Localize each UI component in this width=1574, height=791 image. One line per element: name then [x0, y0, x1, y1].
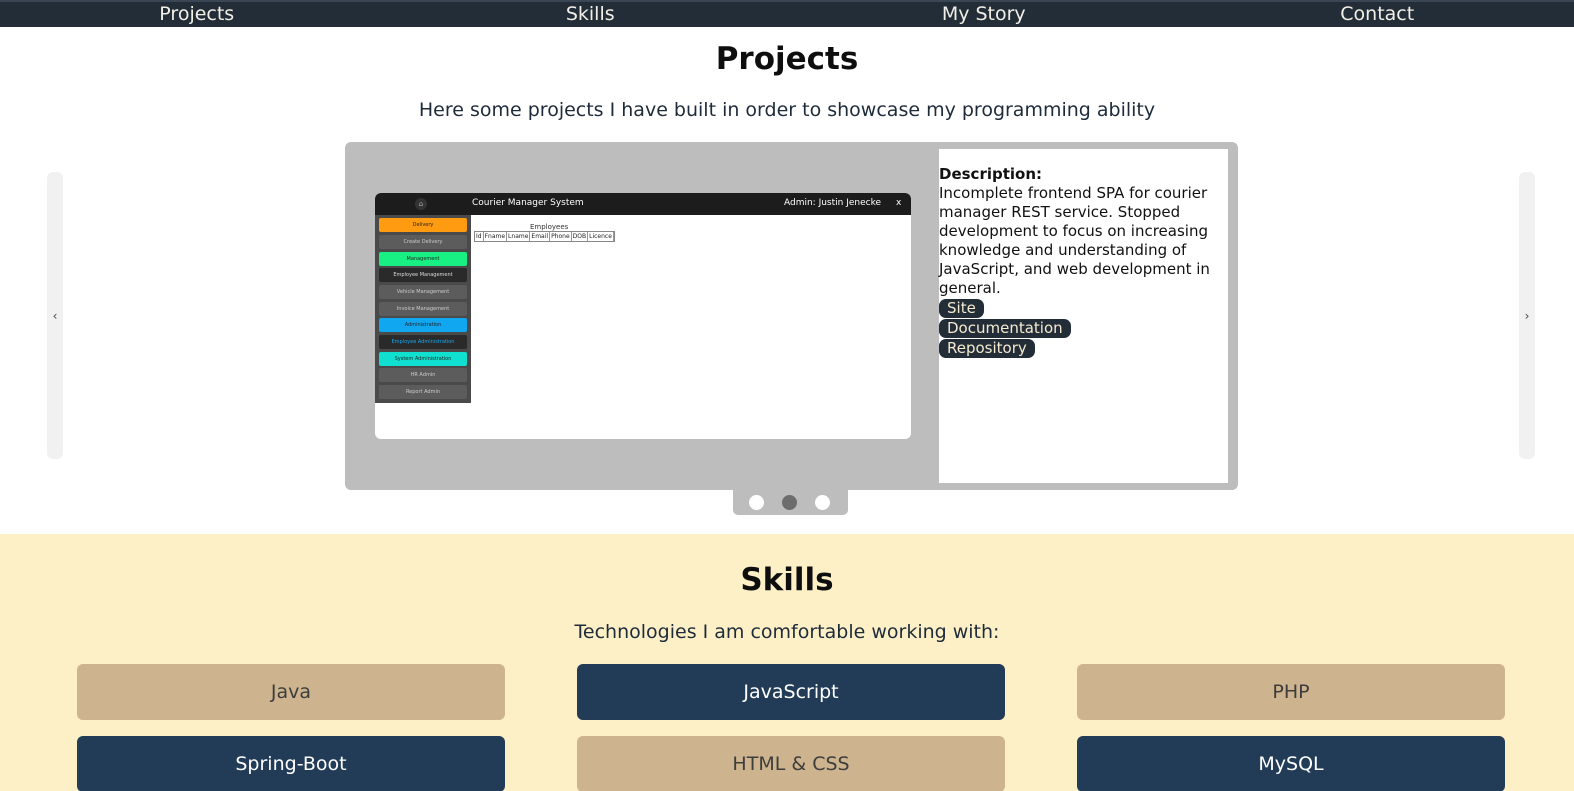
chevron-left-icon: ‹ — [52, 308, 58, 323]
skill-spring-boot: Spring-Boot — [77, 736, 505, 791]
project-screenshot: ⌂ Courier Manager System Admin: Justin J… — [375, 193, 911, 439]
project-description-panel: Description: Incomplete frontend SPA for… — [939, 149, 1228, 483]
screenshot-sidebar-item: System Administration — [379, 352, 467, 366]
screenshot-sidebar-item: Employee Management — [379, 268, 467, 282]
screenshot-table-th: Fname — [484, 232, 508, 241]
screenshot-titlebar: ⌂ Courier Manager System Admin: Justin J… — [375, 193, 911, 215]
documentation-link-button[interactable]: Documentation — [939, 319, 1071, 338]
carousel-prev-button[interactable]: ‹ — [47, 172, 63, 459]
screenshot-table-th: Id — [476, 232, 484, 241]
screenshot-sidebar-item: HR Admin — [379, 368, 467, 382]
screenshot-sidebar: Delivery Create Delivery Management Empl… — [375, 215, 471, 403]
screenshot-sidebar-item: Management — [379, 252, 467, 266]
carousel-dots — [733, 490, 848, 515]
screenshot-admin-label: Admin: Justin Jenecke — [784, 198, 882, 208]
project-slide: ⌂ Courier Manager System Admin: Justin J… — [345, 142, 1238, 490]
skill-php: PHP — [1077, 664, 1505, 720]
top-nav: Projects Skills My Story Contact — [0, 0, 1574, 27]
screenshot-sidebar-item: Employee Administration — [379, 335, 467, 349]
skill-java: Java — [77, 664, 505, 720]
screenshot-table-header: Id Fname Lname Email Phone DOB Licence — [474, 231, 615, 242]
projects-subtitle: Here some projects I have built in order… — [418, 99, 1156, 121]
carousel-dot-2[interactable] — [782, 495, 797, 510]
screenshot-sidebar-item: Delivery — [379, 218, 467, 232]
nav-item-my-story[interactable]: My Story — [787, 2, 1181, 27]
skill-html-css: HTML & CSS — [577, 736, 1005, 791]
skills-subtitle: Technologies I am comfortable working wi… — [574, 621, 1000, 643]
chevron-right-icon: › — [1524, 308, 1530, 323]
description-text: Incomplete frontend SPA for courier mana… — [939, 184, 1210, 297]
carousel-next-button[interactable]: › — [1519, 172, 1535, 459]
screenshot-table-th: Email — [531, 232, 551, 241]
nav-item-projects[interactable]: Projects — [0, 2, 394, 27]
carousel-dot-1[interactable] — [749, 495, 764, 510]
screenshot-sidebar-item: Vehicle Management — [379, 285, 467, 299]
repository-link-button[interactable]: Repository — [939, 339, 1035, 358]
screenshot-sidebar-item: Invoice Management — [379, 302, 467, 316]
projects-section: Projects Here some projects I have built… — [0, 27, 1574, 534]
skill-javascript: JavaScript — [577, 664, 1005, 720]
projects-title: Projects — [715, 41, 859, 77]
screenshot-table-th: Phone — [551, 232, 572, 241]
screenshot-table-th: Licence — [589, 232, 614, 241]
home-icon: ⌂ — [415, 198, 427, 210]
skill-mysql: MySQL — [1077, 736, 1505, 791]
screenshot-sidebar-item: Report Admin — [379, 385, 467, 399]
screenshot-sidebar-item: Create Delivery — [379, 235, 467, 249]
screenshot-table-caption: Employees — [530, 223, 569, 231]
description-label: Description: — [939, 165, 1043, 183]
nav-item-contact[interactable]: Contact — [1181, 2, 1574, 27]
screenshot-table-th: Lname — [508, 232, 531, 241]
screenshot-sidebar-item: Administration — [379, 318, 467, 332]
carousel-dot-3[interactable] — [815, 495, 830, 510]
screenshot-table-th: DOB — [572, 232, 589, 241]
nav-item-skills[interactable]: Skills — [394, 2, 788, 27]
skills-title: Skills — [740, 562, 834, 598]
close-icon: x — [896, 198, 902, 208]
skills-section: Skills Technologies I am comfortable wor… — [0, 534, 1574, 791]
site-link-button[interactable]: Site — [939, 299, 984, 318]
screenshot-window-title: Courier Manager System — [472, 198, 584, 208]
